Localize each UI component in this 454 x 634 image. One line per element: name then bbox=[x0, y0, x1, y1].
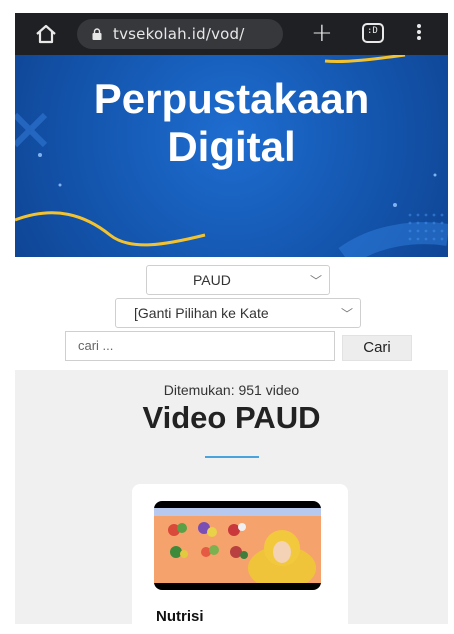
results-count: Ditemukan: 951 video bbox=[163, 382, 300, 398]
results-section: Ditemukan: 951 video Video PAUD Nutrisi bbox=[15, 370, 448, 634]
browser-toolbar: tvsekolah.id/vod/ + :D bbox=[15, 13, 448, 55]
level-select[interactable]: PAUD ﹀ bbox=[146, 265, 330, 295]
search-input[interactable]: cari ... bbox=[65, 331, 335, 361]
video-thumbnail[interactable] bbox=[154, 501, 321, 590]
url-text: tvsekolah.id/vod/ bbox=[113, 25, 245, 43]
category-select-value: [Ganti Pilihan ke Kate bbox=[134, 305, 269, 321]
lock-icon bbox=[92, 28, 102, 40]
tab-count: :D bbox=[367, 26, 378, 36]
video-title[interactable]: Nutrisi bbox=[156, 608, 204, 625]
banner-title-line2: Digital bbox=[167, 123, 296, 170]
category-select[interactable]: [Ganti Pilihan ke Kate ﹀ bbox=[115, 298, 361, 328]
home-icon[interactable] bbox=[35, 23, 57, 45]
chevron-down-icon: ﹀ bbox=[340, 307, 353, 321]
new-tab-icon[interactable]: + bbox=[311, 19, 333, 47]
heading-underline bbox=[205, 456, 259, 458]
search-button[interactable]: Cari bbox=[342, 335, 412, 361]
banner-title: Perpustakaan Digital bbox=[15, 75, 448, 171]
tab-switcher-button[interactable]: :D bbox=[362, 23, 384, 43]
address-bar[interactable]: tvsekolah.id/vod/ bbox=[77, 19, 283, 49]
hero-banner: Perpustakaan Digital bbox=[15, 55, 448, 257]
search-placeholder: cari ... bbox=[78, 338, 114, 353]
chevron-down-icon: ﹀ bbox=[309, 274, 322, 288]
video-card[interactable]: Nutrisi bbox=[132, 484, 348, 634]
results-heading: Video PAUD bbox=[142, 400, 321, 435]
banner-title-line1: Perpustakaan bbox=[93, 75, 370, 122]
thumbnail-illustration bbox=[154, 508, 321, 590]
menu-icon[interactable] bbox=[416, 22, 422, 46]
level-select-value: PAUD bbox=[193, 272, 231, 288]
